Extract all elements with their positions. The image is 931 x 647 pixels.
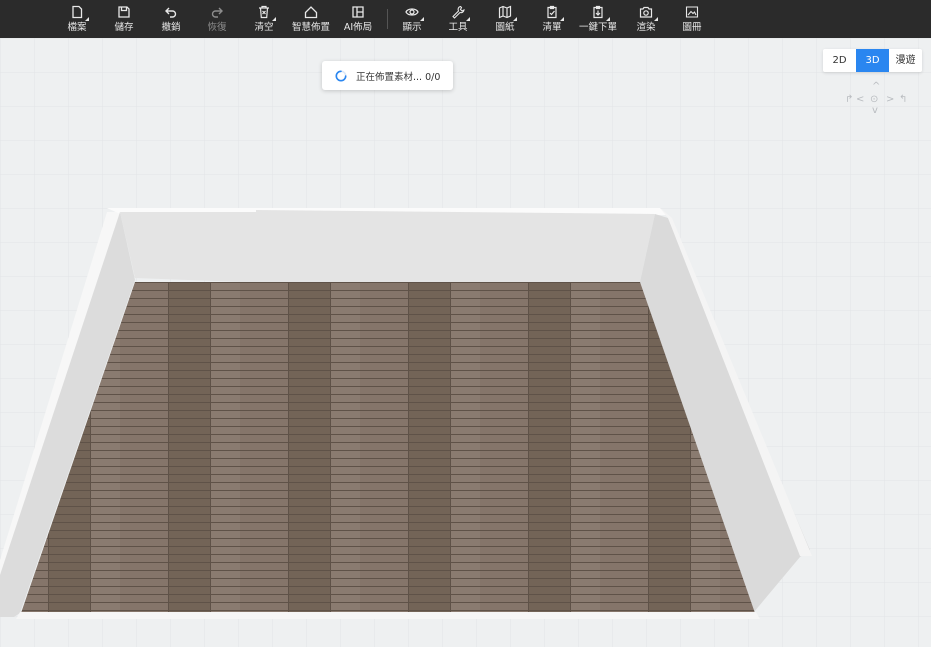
- toolbar-redo-button[interactable]: 恢復: [197, 0, 237, 38]
- dropdown-caret-icon: [85, 17, 89, 21]
- toolbar-album-button[interactable]: 圖冊: [672, 0, 712, 38]
- toolbar-order-button[interactable]: 一鍵下單: [573, 0, 623, 38]
- pan-up-button[interactable]: ^: [872, 82, 880, 92]
- toolbar-label: 渲染: [636, 22, 656, 33]
- view-mode-switch: 2D 3D 漫遊: [823, 49, 922, 72]
- view-3d-button[interactable]: 3D: [856, 49, 889, 72]
- toolbar-ai-layout-button[interactable]: AI佈局: [333, 0, 383, 38]
- album-icon: [685, 5, 699, 19]
- toolbar-label: 一鍵下單: [578, 22, 617, 33]
- toolbar-clear-button[interactable]: 清空: [244, 0, 284, 38]
- rotate-left-button[interactable]: ↱: [845, 95, 853, 105]
- pan-down-button[interactable]: v: [872, 106, 878, 116]
- toolbar-label: 清空: [254, 22, 274, 33]
- reset-view-button[interactable]: ⊙: [870, 95, 878, 105]
- toolbar-divider: [387, 9, 388, 29]
- view-2d-button[interactable]: 2D: [823, 49, 856, 72]
- wall-back: [120, 210, 655, 283]
- toolbar-map-button[interactable]: 圖紙: [485, 0, 525, 38]
- toolbar-smart-layout-button[interactable]: 智慧佈置: [286, 0, 336, 38]
- view-roam-button[interactable]: 漫遊: [889, 49, 922, 72]
- toolbar-label: 圖冊: [682, 22, 702, 33]
- dropdown-caret-icon: [466, 17, 470, 21]
- camera-icon: [639, 5, 658, 21]
- toolbar-clipboard-check-button[interactable]: 清單: [532, 0, 572, 38]
- toolbar-wrench-button[interactable]: 工具: [438, 0, 478, 38]
- wrench-icon: [451, 5, 470, 21]
- 3d-viewport[interactable]: [0, 38, 931, 647]
- toolbar-undo-button[interactable]: 撤銷: [151, 0, 191, 38]
- toolbar-save-button[interactable]: 儲存: [104, 0, 144, 38]
- loading-message: 正在佈置素材... 0/0: [356, 71, 441, 83]
- smart-layout-icon: [304, 5, 318, 19]
- undo-icon: [164, 5, 178, 19]
- top-toolbar: 檔案 儲存 撤銷 恢復 清空 智慧佈置 AI佈局 顯示 工具 圖紙 清單 一鍵下單 渲染 圖冊: [0, 0, 931, 38]
- pan-left-button[interactable]: <: [856, 95, 864, 105]
- toolbar-label: 檔案: [67, 22, 87, 33]
- toolbar-label: 顯示: [402, 22, 422, 33]
- toolbar-file-button[interactable]: 檔案: [57, 0, 97, 38]
- dropdown-caret-icon: [420, 17, 424, 21]
- redo-icon: [210, 5, 224, 19]
- order-icon: [591, 5, 610, 21]
- toolbar-label: AI佈局: [343, 22, 373, 33]
- toolbar-camera-button[interactable]: 渲染: [626, 0, 666, 38]
- dropdown-caret-icon: [606, 17, 610, 21]
- dropdown-caret-icon: [513, 17, 517, 21]
- camera-nav-control: ^ ↱ < ⊙ > ↰ v: [843, 82, 909, 118]
- floor-front-edge: [16, 612, 760, 619]
- toolbar-label: 儲存: [114, 22, 134, 33]
- spinner-icon: [335, 70, 347, 82]
- toolbar-label: 清單: [542, 22, 562, 33]
- dropdown-caret-icon: [654, 17, 658, 21]
- map-icon: [498, 5, 517, 21]
- dropdown-caret-icon: [560, 17, 564, 21]
- file-icon: [70, 5, 89, 21]
- clear-icon: [257, 5, 276, 21]
- loading-toast: 正在佈置素材... 0/0: [322, 61, 453, 90]
- wood-floor: [20, 282, 756, 616]
- toolbar-eye-button[interactable]: 顯示: [392, 0, 432, 38]
- rotate-right-button[interactable]: ↰: [899, 95, 907, 105]
- clipboard-check-icon: [545, 5, 564, 21]
- ai-layout-icon: [351, 5, 365, 19]
- toolbar-label: 撤銷: [161, 22, 181, 33]
- eye-icon: [405, 5, 424, 21]
- pan-right-button[interactable]: >: [886, 95, 894, 105]
- save-icon: [117, 5, 131, 19]
- toolbar-label: 圖紙: [495, 22, 515, 33]
- dropdown-caret-icon: [272, 17, 276, 21]
- toolbar-label: 恢復: [207, 22, 227, 33]
- toolbar-label: 智慧佈置: [291, 22, 330, 33]
- toolbar-label: 工具: [448, 22, 468, 33]
